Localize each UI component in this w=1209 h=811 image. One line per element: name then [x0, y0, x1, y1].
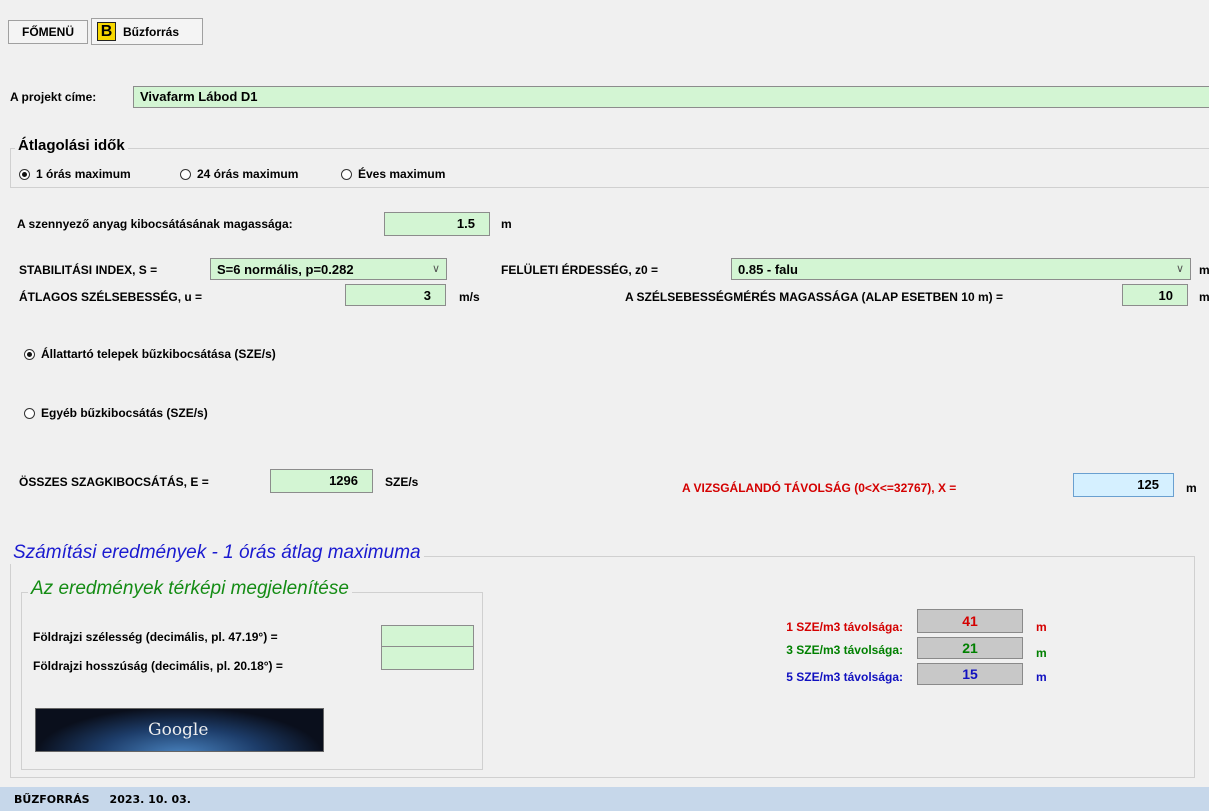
radio-other-indicator [24, 407, 35, 419]
result-1-unit: m [1036, 620, 1047, 634]
app-tab-button[interactable]: B Bűzforrás [91, 18, 203, 45]
result-2-label: 3 SZE/m3 távolsága: [786, 643, 903, 657]
wind-speed-input[interactable]: 3 [345, 284, 446, 306]
wind-height-unit: m [1199, 290, 1209, 304]
averaging-title: Átlagolási idők [15, 137, 128, 154]
longitude-input[interactable] [381, 646, 474, 670]
status-bar: BŰZFORRÁS 2023. 10. 03. [0, 787, 1209, 811]
stability-select-value: S=6 normális, p=0.282 [217, 262, 354, 277]
roughness-unit: m [1199, 263, 1209, 277]
stability-select[interactable]: S=6 normális, p=0.282 ∨ [210, 258, 447, 280]
roughness-select[interactable]: 0.85 - falu ∨ [731, 258, 1191, 280]
chevron-down-icon: ∨ [1175, 263, 1184, 275]
result-1-value: 41 [917, 609, 1023, 633]
chevron-down-icon: ∨ [431, 263, 440, 275]
google-earth-button[interactable]: Google [35, 708, 324, 752]
latitude-label: Földrajzi szélesség (decimális, pl. 47.1… [33, 630, 278, 644]
map-title: Az eredmények térképi megjelenítése [28, 578, 352, 600]
roughness-label: FELÜLETI ÉRDESSÉG, z0 = [501, 263, 659, 277]
main-menu-button[interactable]: FŐMENÜ [8, 20, 88, 44]
result-2-unit: m [1036, 646, 1047, 660]
project-title-label: A projekt címe: [10, 90, 97, 104]
radio-24h-max[interactable]: 24 órás maximum [180, 167, 298, 181]
radio-1h-max-indicator [19, 168, 30, 180]
total-emission-input[interactable]: 1296 [270, 469, 373, 493]
project-title-input[interactable]: Vivafarm Lábod D1 [133, 86, 1209, 108]
radio-1h-max[interactable]: 1 órás maximum [19, 167, 131, 181]
radio-other-label: Egyéb bűzkibocsátás (SZE/s) [41, 406, 208, 420]
roughness-select-value: 0.85 - falu [738, 262, 798, 277]
emission-height-unit: m [501, 217, 512, 231]
radio-24h-max-label: 24 órás maximum [197, 167, 299, 181]
radio-livestock-label: Állattartó telepek bűzkibocsátása (SZE/s… [41, 347, 276, 361]
emission-height-label: A szennyező anyag kibocsátásának magassá… [17, 217, 293, 231]
result-1-label: 1 SZE/m3 távolsága: [786, 620, 903, 634]
radio-annual-max-label: Éves maximum [358, 167, 446, 181]
wind-speed-unit: m/s [459, 290, 480, 304]
result-3-label: 5 SZE/m3 távolsága: [786, 670, 903, 684]
google-logo-text: Google [148, 720, 209, 740]
distance-label: A VIZSGÁLANDÓ TÁVOLSÁG (0<X<=32767), X = [682, 481, 957, 495]
radio-24h-max-indicator [180, 168, 191, 180]
stability-label: STABILITÁSI INDEX, S = [19, 263, 158, 277]
result-3-value: 15 [917, 663, 1023, 685]
radio-1h-max-label: 1 órás maximum [36, 167, 131, 181]
wind-height-input[interactable]: 10 [1122, 284, 1188, 306]
latitude-input[interactable] [381, 625, 474, 648]
app-b-icon: B [97, 22, 116, 41]
results-title: Számítási eredmények - 1 órás átlag maxi… [10, 542, 424, 564]
radio-livestock-emission[interactable]: Állattartó telepek bűzkibocsátása (SZE/s… [24, 347, 276, 361]
distance-unit: m [1186, 481, 1197, 495]
total-emission-unit: SZE/s [385, 475, 419, 489]
result-2-value: 21 [917, 637, 1023, 659]
app-tab-label: Bűzforrás [123, 24, 180, 39]
longitude-label: Földrajzi hosszúság (decimális, pl. 20.1… [33, 659, 283, 673]
radio-annual-max-indicator [341, 168, 352, 180]
distance-input[interactable]: 125 [1073, 473, 1174, 497]
total-emission-label: ÖSSZES SZAGKIBOCSÁTÁS, E = [19, 475, 209, 489]
wind-height-label: A SZÉLSEBESSÉGMÉRÉS MAGASSÁGA (ALAP ESET… [625, 290, 1003, 304]
result-3-unit: m [1036, 670, 1047, 684]
status-app-name: BŰZFORRÁS [14, 792, 90, 806]
radio-other-emission[interactable]: Egyéb bűzkibocsátás (SZE/s) [24, 406, 208, 420]
radio-annual-max[interactable]: Éves maximum [341, 167, 445, 181]
status-date: 2023. 10. 03. [109, 792, 191, 806]
wind-speed-label: ÁTLAGOS SZÉLSEBESSÉG, u = [19, 290, 203, 304]
radio-livestock-indicator [24, 348, 35, 360]
emission-height-input[interactable]: 1.5 [384, 212, 490, 236]
